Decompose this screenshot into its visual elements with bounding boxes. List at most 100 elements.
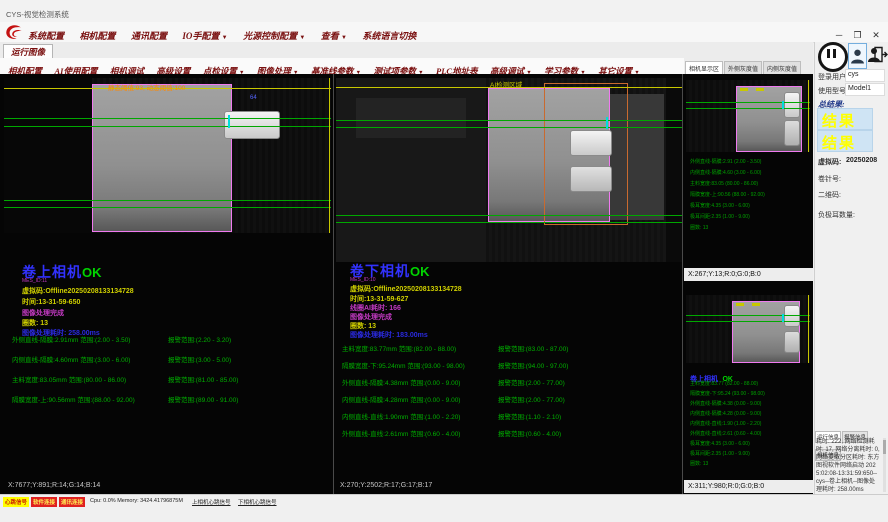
result-box-2: 结果 [817,130,873,152]
overlay-line [336,120,682,121]
small-measurement-text: 隔膜宽度-下:95.24 (93.00 - 98.00) [690,390,765,397]
overlay-line [4,126,331,127]
measurement-text: 主料宽度:83.77mm 范围:(82.00 - 88.00) [342,343,456,353]
menu-item-camera-config[interactable]: 相机配置 [79,29,115,42]
overlay-line [686,102,810,103]
bright-metal-part [784,331,800,353]
small-measurement-text: 极耳宽度:4.35 (3.00 - 6.00) [690,202,750,209]
view-tab-inner-gray[interactable]: 内侧灰度值 [763,61,801,74]
overlay-line [686,321,810,322]
overlay-line [808,80,809,152]
user-login-button[interactable] [848,43,867,69]
overlay-line [4,200,331,201]
pause-icon [827,49,830,58]
measurement-text: 内侧直线-直线:1.90mm 范围:(1.00 - 2.20) [342,411,460,421]
menu-item-language-switch[interactable]: 系统语言切换 [362,29,416,42]
close-button[interactable]: ✕ [869,30,883,41]
model-label: 使用型号: [818,86,848,96]
small-measurement-text: 隔膜宽度-上:90.56 (88.00 - 92.00) [690,191,765,198]
measurement-text: 外侧直线-隔膜:2.91mm 范围:(2.00 - 3.50) [12,334,130,344]
lower-camera-heartbeat-link[interactable]: 下相机心跳信号 [238,498,277,506]
image-dark-region [4,78,92,233]
menu-item-system-config[interactable]: 系统配置 [28,29,64,42]
window-title: CYS-视觉检测系统 [6,9,69,20]
pause-icon [833,49,836,58]
small-measurement-text: 极耳宽度:4.35 (3.00 - 6.00) [690,440,750,447]
exit-door-icon [874,44,888,65]
log-scrollbar[interactable] [883,438,886,492]
upper-camera-heartbeat-link[interactable]: 上相机心跳信号 [192,498,231,506]
software-connection-badge: 软件连接 [31,497,57,507]
middle-camera-viewport[interactable]: AI检测区域 [336,78,682,262]
menu-item-io-config[interactable]: IO手配置 ▼ [182,29,227,42]
overlay-line [4,207,331,208]
menu-item-view[interactable]: 查看 ▼ [321,29,347,42]
left-camera-viewport[interactable]: 静态阈值:93, 动态阈值:100 64 [4,78,331,233]
log-text: 耗时: 222, 网络检测耗时: 17, 网络分离耗时: 0, 网络提取分区耗时… [816,438,880,494]
measurement-text: 外侧直线-隔膜:4.38mm 范围:(0.00 - 9.00) [342,377,460,387]
alarm-range-text: 报警范围:(81.00 - 85.00) [168,374,238,384]
tab-run-image[interactable]: 运行图像 [3,44,53,59]
overlay-marker [606,117,608,129]
overlay-line [336,222,682,223]
menu-item-comm-config[interactable]: 通讯配置 [131,29,167,42]
small-measurement-text: 内侧直线-隔膜:4.28 (0.00 - 9.00) [690,410,761,417]
small-top-pixel-coords: X:267;Y:13;R:0;G:0;B:0 [688,271,761,278]
overlay-marker [782,314,784,322]
small-bottom-viewport[interactable] [686,295,810,363]
measurement-text: 内侧直线-隔膜:4.28mm 范围:(0.00 - 9.00) [342,394,460,404]
overlay-line [336,215,682,216]
view-tab-outer-gray[interactable]: 外侧灰度值 [724,61,762,74]
measurement-text: 隔膜宽度-上:90.56mm 范围:(88.00 - 92.00) [12,394,135,404]
view-tab-camera-display[interactable]: 相机显示区 [685,61,723,74]
exit-button[interactable] [874,44,888,65]
small-measurement-text: 外侧直线-直线:2.61 (0.60 - 4.00) [690,430,761,437]
tab-connector-object [224,111,280,139]
maximize-button[interactable]: ❐ [851,30,865,41]
middle-virtual-code: 虚拟码:Offline20250208133134728 [350,284,462,294]
tab-count-label: 负极耳数量: [818,210,855,220]
small-measurement-text: 极耳间距:2.35 (1.00 - 9.00) [690,450,750,457]
middle-pixel-coords: X:270;Y:2502;R:17;G:17;B:17 [340,482,432,489]
qr-code-label: 二维码: [818,190,841,200]
small-measurement-text: 主料宽度:83.77 (82.00 - 88.00) [690,380,758,387]
gray-value-overlay: 64 [250,95,257,101]
ai-region-label: AI检测区域 [490,79,522,89]
left-mes-id: MES_ID:11 [22,278,47,284]
result-box-1: 结果 [817,108,873,130]
minimize-button[interactable]: ─ [832,30,846,40]
virtual-code-value: 20250208 [846,157,877,164]
pause-button[interactable] [818,42,848,72]
small-measurement-text: 圈数: 13 [690,224,708,231]
left-time: 时间:13-31-59-650 [22,297,80,307]
alarm-range-text: 报警范围:(94.00 - 97.00) [498,360,568,370]
alarm-range-text: 报警范围:(2.00 - 77.00) [498,377,565,387]
overlay-line [686,315,810,316]
overlay-marker [740,88,748,91]
middle-elapsed: 图像处理耗时: 183.00ms [350,330,428,340]
small-bottom-pixel-coords: X:311;Y:980;R:0;G:0;B:0 [688,483,764,490]
small-measurement-text: 主料宽度:83.05 (80.00 - 86.00) [690,180,758,187]
alarm-range-text: 报警范围:(0.60 - 4.00) [498,428,561,438]
overlay-line [808,295,809,363]
left-pixel-coords: X:7677;Y:891;R:14;G:14;B:14 [8,482,100,489]
login-user-value: cys [848,71,859,78]
panel-divider [682,74,683,494]
panel-divider [333,74,334,494]
view-tabs: 相机显示区外侧灰度值内侧灰度值 [684,58,813,74]
alarm-range-text: 报警范围:(3.00 - 5.00) [168,354,231,364]
virtual-code-label: 虚拟码: [818,157,841,167]
bright-metal-part [784,305,800,327]
threshold-overlay-text: 静态阈值:93, 动态阈值:100 [108,82,185,92]
measurement-text: 隔膜宽度-下:95.24mm 范围:(93.00 - 98.00) [342,360,465,370]
menu-item-light-config[interactable]: 光源控制配置 ▼ [243,29,305,42]
overlay-marker [736,303,744,306]
comm-connection-badge: 通讯连接 [59,497,85,507]
log-scrollbar-thumb[interactable] [883,440,886,454]
alarm-range-text: 报警范围:(1.10 - 2.10) [498,411,561,421]
small-top-viewport[interactable] [686,80,810,152]
alarm-range-text: 报警范围:(89.00 - 91.00) [168,394,238,404]
bright-metal-part [784,120,800,146]
overlay-marker [228,115,230,128]
overlay-line [329,78,330,233]
